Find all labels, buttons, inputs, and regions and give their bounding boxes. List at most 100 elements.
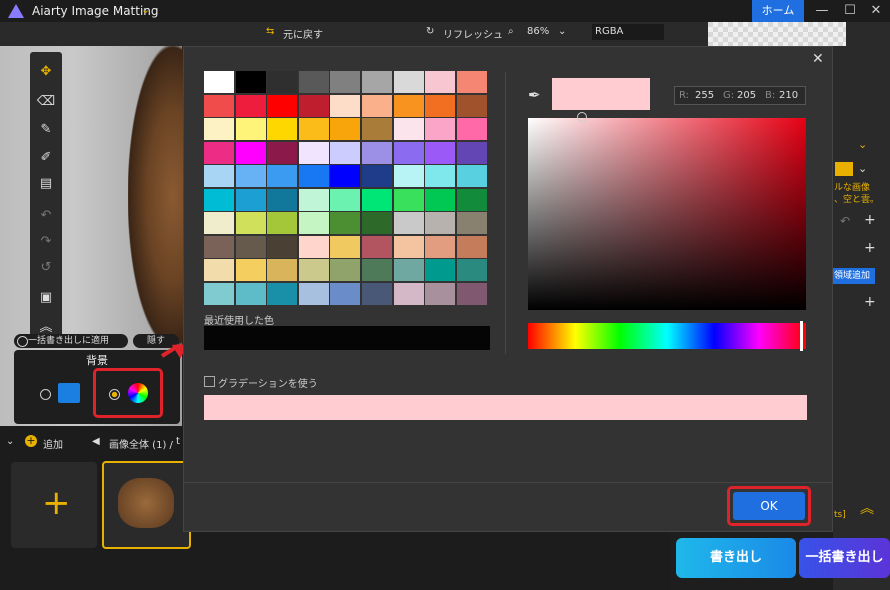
close-icon[interactable]: ✕ xyxy=(812,51,824,67)
color-swatch[interactable] xyxy=(456,282,487,305)
breadcrumb[interactable]: 画像全体 (1) / xyxy=(109,436,173,451)
move-tool-icon[interactable]: ✥ xyxy=(36,62,56,82)
home-button[interactable]: ホーム xyxy=(752,0,804,22)
color-swatch[interactable] xyxy=(330,165,361,187)
refresh-icon[interactable]: ↻ xyxy=(426,26,434,37)
export-button[interactable]: 書き出し xyxy=(676,538,796,578)
maximize-button[interactable]: ☐ xyxy=(840,2,860,20)
color-swatch[interactable] xyxy=(425,235,456,258)
color-swatch[interactable] xyxy=(204,94,234,117)
color-swatch[interactable] xyxy=(425,94,456,117)
hue-handle[interactable] xyxy=(800,321,803,351)
reset-icon[interactable]: ↺ xyxy=(36,258,56,278)
color-swatch[interactable] xyxy=(298,94,329,117)
color-swatch[interactable] xyxy=(393,94,424,117)
color-swatch[interactable] xyxy=(425,259,456,281)
zoom-level[interactable]: 86% xyxy=(527,26,549,37)
region-add-button[interactable]: 領域追加 xyxy=(829,268,875,284)
image-bg-radio[interactable] xyxy=(40,389,51,400)
color-swatch[interactable] xyxy=(456,94,487,117)
color-swatch[interactable] xyxy=(235,118,266,140)
color-swatch[interactable] xyxy=(204,212,234,234)
color-swatch[interactable] xyxy=(393,141,424,164)
color-swatch[interactable] xyxy=(362,282,392,305)
color-swatch[interactable] xyxy=(362,259,392,281)
color-swatch[interactable] xyxy=(204,235,234,258)
color-swatch[interactable] xyxy=(298,71,329,93)
color-swatch[interactable] xyxy=(393,235,424,258)
close-window-button[interactable]: ✕ xyxy=(866,2,886,20)
color-swatch[interactable] xyxy=(330,235,361,258)
chevron-down-icon[interactable]: ⌄ xyxy=(141,3,150,16)
color-swatch[interactable] xyxy=(267,94,298,117)
color-swatch[interactable] xyxy=(330,188,361,211)
color-swatch[interactable] xyxy=(456,71,487,93)
color-swatch[interactable] xyxy=(330,94,361,117)
color-swatch[interactable] xyxy=(204,118,234,140)
redo-icon[interactable]: ↷ xyxy=(36,232,56,252)
pen-icon[interactable]: ✎ xyxy=(36,120,56,140)
color-swatch[interactable] xyxy=(393,259,424,281)
color-swatch[interactable] xyxy=(204,259,234,281)
color-swatch[interactable] xyxy=(330,282,361,305)
color-swatch[interactable] xyxy=(267,71,298,93)
color-swatch[interactable] xyxy=(425,188,456,211)
channel-select[interactable]: RGBA xyxy=(592,24,664,40)
undo-button[interactable]: 元に戻す xyxy=(283,26,323,41)
chevron-down-icon[interactable]: ⌄ xyxy=(858,138,867,151)
recent-colors[interactable] xyxy=(204,326,490,350)
color-swatch[interactable] xyxy=(298,235,329,258)
ok-button[interactable]: OK xyxy=(733,492,805,520)
color-swatch[interactable] xyxy=(267,118,298,140)
color-swatch[interactable] xyxy=(298,141,329,164)
color-swatch[interactable] xyxy=(267,259,298,281)
radio-icon[interactable] xyxy=(17,336,28,347)
g-value[interactable]: 205 xyxy=(737,89,756,103)
color-swatch[interactable] xyxy=(362,141,392,164)
color-swatch[interactable] xyxy=(362,188,392,211)
color-swatch[interactable] xyxy=(362,165,392,187)
color-swatch[interactable] xyxy=(235,94,266,117)
add-icon[interactable]: + xyxy=(864,294,876,310)
eyedropper-icon[interactable]: ✒ xyxy=(528,86,541,104)
color-swatch[interactable] xyxy=(425,212,456,234)
color-swatch[interactable] xyxy=(330,71,361,93)
color-swatch[interactable] xyxy=(456,188,487,211)
color-swatch[interactable] xyxy=(393,188,424,211)
color-swatch[interactable] xyxy=(298,165,329,187)
chevron-down-icon[interactable]: ⌄ xyxy=(858,162,867,175)
apply-all-toggle[interactable]: 一括書き出しに適用 xyxy=(14,334,128,348)
roller-icon[interactable]: ▤ xyxy=(36,174,56,194)
color-swatch[interactable] xyxy=(456,141,487,164)
color-swatch[interactable] xyxy=(298,118,329,140)
color-swatch[interactable] xyxy=(235,141,266,164)
color-swatch[interactable] xyxy=(235,282,266,305)
color-swatch[interactable] xyxy=(362,71,392,93)
color-handle[interactable] xyxy=(577,112,587,122)
plus-icon[interactable]: + xyxy=(42,486,71,520)
color-swatch[interactable] xyxy=(267,212,298,234)
color-swatch[interactable] xyxy=(425,118,456,140)
batch-export-button[interactable]: 一括書き出し xyxy=(799,538,890,578)
color-swatch[interactable] xyxy=(267,188,298,211)
b-value[interactable]: 210 xyxy=(779,89,798,103)
color-swatch[interactable] xyxy=(330,141,361,164)
color-swatch[interactable] xyxy=(456,259,487,281)
color-swatch[interactable] xyxy=(393,71,424,93)
refresh-button[interactable]: リフレッシュ xyxy=(443,26,503,41)
color-swatch[interactable] xyxy=(456,165,487,187)
gradient-checkbox[interactable] xyxy=(204,376,215,387)
color-swatch[interactable] xyxy=(362,118,392,140)
zoom-icon[interactable]: ⌕ xyxy=(508,26,514,37)
color-swatch[interactable] xyxy=(298,259,329,281)
undo-icon[interactable]: ⇆ xyxy=(266,26,274,37)
color-swatch[interactable] xyxy=(204,165,234,187)
color-swatch[interactable] xyxy=(267,141,298,164)
color-swatch[interactable] xyxy=(456,118,487,140)
color-swatch[interactable] xyxy=(204,71,234,93)
hue-slider[interactable] xyxy=(528,323,806,349)
color-swatch[interactable] xyxy=(204,188,234,211)
color-swatch[interactable] xyxy=(425,141,456,164)
color-swatch[interactable] xyxy=(267,282,298,305)
color-swatch[interactable] xyxy=(393,118,424,140)
